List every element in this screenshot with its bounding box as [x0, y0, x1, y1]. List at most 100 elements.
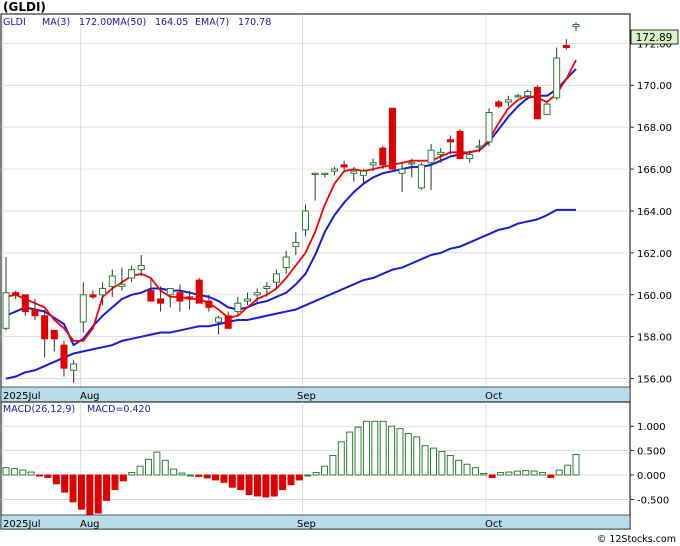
stock-chart: 156.00 158.00 160.00 162.00 164.00 166.00 168.…	[0, 0, 679, 545]
macd-bar-positive	[161, 459, 169, 476]
macd-bar-negative	[287, 474, 295, 486]
legend-symbol: GLDI	[3, 17, 26, 28]
candle-down	[147, 290, 155, 302]
candle-down	[495, 101, 503, 107]
candle-up	[543, 103, 551, 116]
macd-bar-negative	[61, 474, 69, 493]
candle-down	[562, 44, 570, 49]
macd-bar-positive	[178, 472, 186, 476]
macd-bar-positive	[421, 445, 429, 476]
candle-down	[388, 107, 396, 170]
macd-bar-negative	[36, 474, 44, 477]
macd-tick-label: -0.500	[637, 495, 669, 506]
macd-bar-negative	[228, 474, 236, 488]
price-xtick-label: 2025Jul	[3, 391, 41, 402]
legend-ma3-value: 172.00	[79, 17, 112, 28]
candle-up	[70, 363, 78, 371]
macd-bar-negative	[220, 474, 228, 483]
candle-down	[186, 296, 194, 300]
legend-ema7-value: 170.78	[238, 17, 271, 28]
candle-up	[253, 292, 261, 296]
candle-up	[311, 172, 319, 175]
candle-down	[176, 292, 184, 302]
price-panel-frame	[0, 13, 631, 403]
macd-bar-positive	[312, 472, 320, 476]
macd-bar-negative	[195, 474, 203, 477]
macd-bar-negative	[69, 474, 77, 503]
candle-up	[321, 172, 329, 175]
macd-bar-positive	[153, 451, 161, 476]
candle-up	[524, 91, 532, 97]
candle-up	[437, 151, 445, 155]
macd-params: MACD(26,12,9)	[3, 404, 75, 415]
candle-down	[340, 164, 348, 168]
macd-bar-negative	[547, 474, 555, 478]
candle-down	[533, 86, 541, 120]
macd-bar-negative	[44, 474, 52, 478]
macd-bar-positive	[329, 454, 337, 476]
macd-tick-label: 0.000	[637, 471, 666, 482]
macd-bar-positive	[10, 468, 18, 476]
candle-down	[41, 315, 49, 340]
macd-bar-negative	[77, 474, 85, 510]
candle-up	[408, 162, 416, 165]
candle-down	[31, 308, 39, 317]
macd-bar-positive	[362, 420, 370, 476]
price-xtick-label: Oct	[485, 391, 502, 402]
legend-ma50: MA(50)	[112, 17, 146, 28]
macd-bar-negative	[262, 474, 270, 498]
candle-down	[446, 139, 454, 143]
macd-bar-negative	[212, 474, 220, 481]
macd-bar-positive	[513, 470, 521, 476]
candle-up	[128, 269, 136, 279]
price-tick-label: 164.00	[637, 207, 672, 218]
macd-bar-positive	[413, 436, 421, 476]
macd-bar-positive	[471, 467, 479, 476]
candle-up	[137, 264, 145, 271]
candle-up	[504, 99, 512, 103]
price-xtick-label: Sep	[297, 391, 316, 402]
macd-value: MACD=0.420	[87, 404, 151, 415]
macd-bar-negative	[295, 474, 303, 481]
candle-up	[292, 241, 300, 248]
macd-bar-negative	[253, 474, 261, 497]
price-tick-label: 166.00	[637, 165, 672, 176]
copyright-footer: © 12Stocks.com	[597, 534, 676, 545]
price-tick-label: 158.00	[637, 333, 672, 344]
macd-bar-positive	[136, 465, 144, 476]
macd-bar-positive	[170, 468, 178, 476]
candle-up	[398, 168, 406, 174]
legend-ma50-value: 164.05	[155, 17, 188, 28]
macd-bar-positive	[2, 467, 10, 476]
macd-bar-negative	[488, 474, 496, 478]
macd-bar-positive	[396, 428, 404, 476]
candle-down	[21, 294, 29, 313]
macd-bar-positive	[522, 470, 530, 476]
macd-xtick-label: Aug	[80, 519, 100, 530]
macd-bar-positive	[337, 441, 345, 476]
macd-bar-negative	[245, 474, 253, 496]
macd-bar-positive	[145, 458, 152, 476]
candle-up	[79, 294, 87, 323]
candle-up	[514, 95, 522, 98]
macd-bar-positive	[346, 431, 354, 476]
macd-bar-positive	[505, 471, 513, 476]
price-tick-label: 156.00	[637, 375, 672, 386]
macd-bar-negative	[86, 474, 94, 516]
macd-tick-label: 0.500	[637, 447, 666, 458]
candle-up	[369, 162, 377, 166]
candle-up	[99, 288, 107, 296]
legend-ema7: EMA(7)	[195, 17, 229, 28]
macd-bar-negative	[270, 474, 278, 497]
macd-bar-positive	[321, 465, 329, 476]
macd-bar-positive	[438, 451, 446, 476]
macd-bar-positive	[354, 426, 362, 476]
macd-bar-positive	[430, 447, 437, 476]
candle-down	[379, 147, 387, 166]
candle-down	[12, 292, 20, 296]
macd-bar-positive	[572, 453, 580, 476]
candle-down	[195, 279, 203, 304]
macd-bar-positive	[564, 464, 572, 476]
candle-up	[485, 111, 493, 143]
macd-xtick-label: Sep	[297, 519, 316, 530]
